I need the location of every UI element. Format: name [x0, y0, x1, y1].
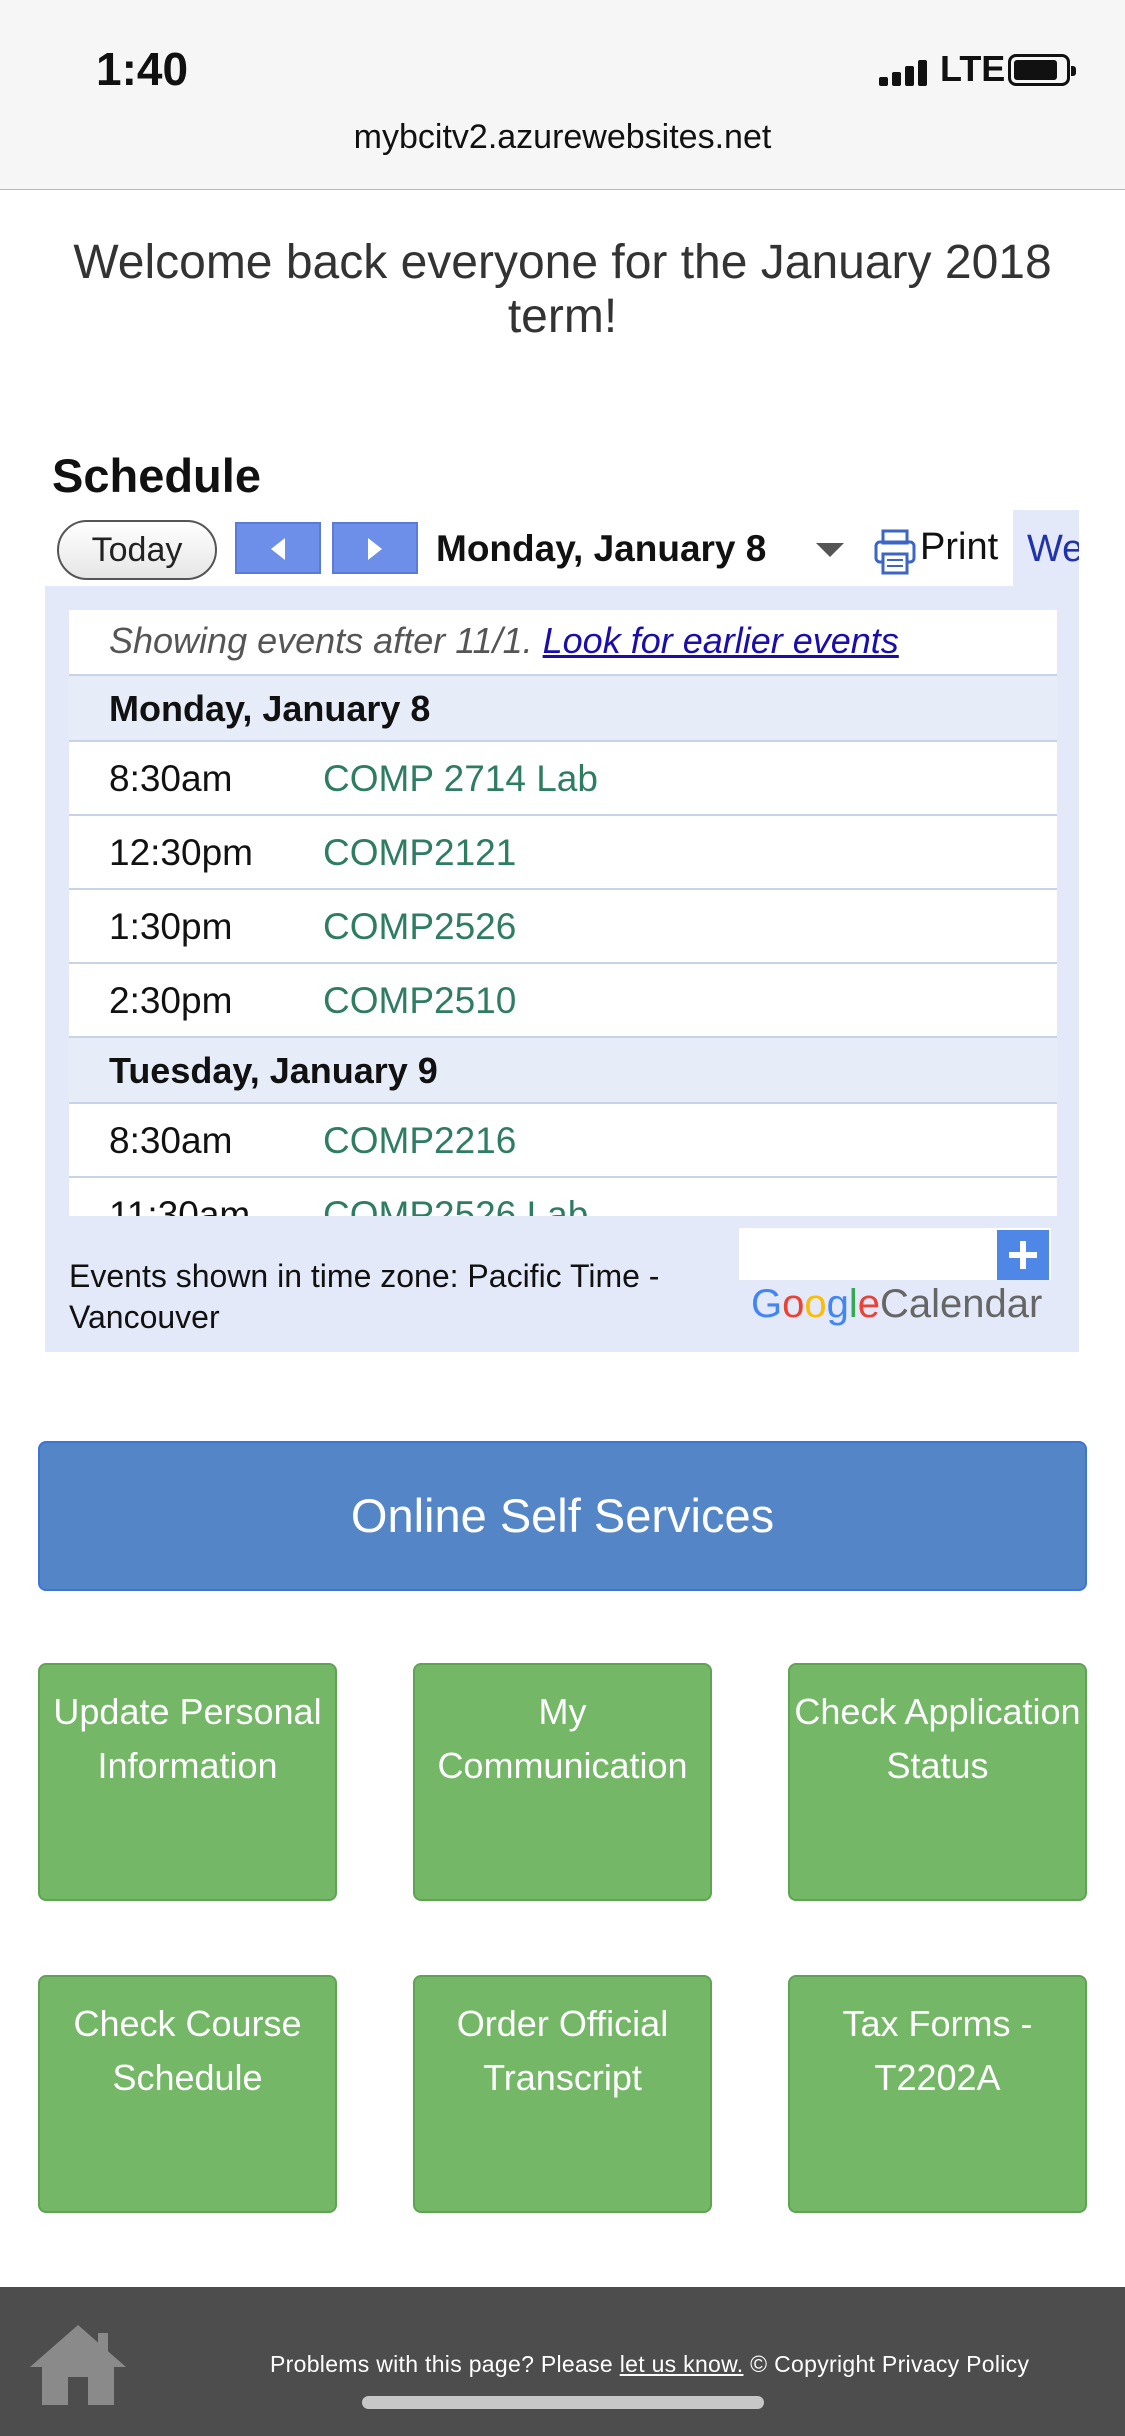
event-title[interactable]: COMP2526 Lab — [323, 1194, 588, 1216]
online-self-services-button[interactable]: Online Self Services — [38, 1441, 1087, 1591]
plus-icon[interactable] — [997, 1230, 1049, 1280]
calendar-wordmark: Calendar — [880, 1282, 1043, 1326]
home-indicator[interactable] — [362, 2396, 764, 2409]
event-time: 1:30pm — [109, 906, 233, 947]
battery-icon — [1008, 54, 1076, 86]
event-title[interactable]: COMP2121 — [323, 832, 516, 874]
notice-text: Showing events after 11/1. — [109, 620, 533, 661]
event-title[interactable]: COMP 2714 Lab — [323, 758, 598, 800]
home-icon[interactable] — [26, 2319, 130, 2409]
feedback-link[interactable]: let us know. — [620, 2351, 744, 2377]
day-header: Monday, January 8 — [69, 676, 1057, 742]
event-title[interactable]: COMP2216 — [323, 1120, 516, 1162]
announcement-message: Welcome back everyone for the January 20… — [73, 236, 1052, 344]
status-time: 1:40 — [96, 43, 189, 95]
agenda-list[interactable]: Showing events after 11/1. Look for earl… — [69, 610, 1057, 1216]
footer-text: Problems with this page? Please let us k… — [270, 2351, 1029, 2378]
google-wordmark: Google — [751, 1282, 881, 1326]
next-button[interactable] — [332, 522, 418, 574]
date-dropdown-icon[interactable] — [816, 543, 844, 557]
signal-icon — [879, 60, 927, 86]
tile-update-personal-information[interactable]: Update Personal Information — [38, 1663, 337, 1901]
tile-check-application-status[interactable]: Check Application Status — [788, 1663, 1087, 1901]
tab-week[interactable]: We — [1013, 510, 1079, 586]
network-label: LTE — [940, 48, 1006, 89]
google-calendar-logo[interactable]: GoogleCalendar — [751, 1282, 1042, 1327]
event-time: 11:30am — [109, 1194, 251, 1216]
url-bar[interactable]: mybcitv2.azurewebsites.net — [0, 118, 1125, 157]
today-button[interactable]: Today — [57, 520, 217, 580]
event-row[interactable]: 2:30pm COMP2510 — [69, 964, 1057, 1038]
event-time: 8:30am — [109, 758, 233, 799]
tile-check-course-schedule[interactable]: Check Course Schedule — [38, 1975, 337, 2213]
browser-chrome: 1:40 LTE mybcitv2.azurewebsites.net — [0, 0, 1125, 190]
day-header: Tuesday, January 9 — [69, 1038, 1057, 1104]
footer: Problems with this page? Please let us k… — [0, 2287, 1125, 2436]
event-row[interactable]: 8:30am COMP2216 — [69, 1104, 1057, 1178]
current-date-label[interactable]: Monday, January 8 — [436, 528, 766, 570]
tile-my-communication[interactable]: My Communication — [413, 1663, 712, 1901]
chevron-left-icon — [271, 538, 285, 560]
earlier-events-link[interactable]: Look for earlier events — [543, 620, 899, 661]
event-row[interactable]: 12:30pm COMP2121 — [69, 816, 1057, 890]
agenda-panel: Showing events after 11/1. Look for earl… — [45, 586, 1079, 1352]
footer-copyright[interactable]: © Copyright Privacy Policy — [750, 2351, 1029, 2377]
event-time: 2:30pm — [109, 980, 233, 1021]
event-time: 12:30pm — [109, 832, 253, 873]
chevron-right-icon — [368, 538, 382, 560]
events-notice: Showing events after 11/1. Look for earl… — [69, 610, 1057, 676]
footer-prefix: Problems with this page? Please — [270, 2351, 613, 2377]
previous-button[interactable] — [235, 522, 321, 574]
event-row[interactable]: 11:30am COMP2526 Lab — [69, 1178, 1057, 1216]
event-row[interactable]: 8:30am COMP 2714 Lab — [69, 742, 1057, 816]
event-title[interactable]: COMP2510 — [323, 980, 516, 1022]
timezone-note: Events shown in time zone: Pacific Time … — [69, 1258, 660, 1335]
event-time: 8:30am — [109, 1120, 233, 1161]
tile-tax-forms[interactable]: Tax Forms - T2202A — [788, 1975, 1087, 2213]
event-title[interactable]: COMP2526 — [323, 906, 516, 948]
tile-order-official-transcript[interactable]: Order Official Transcript — [413, 1975, 712, 2213]
event-row[interactable]: 1:30pm COMP2526 — [69, 890, 1057, 964]
schedule-title: Schedule — [52, 449, 261, 502]
print-link[interactable]: Print — [920, 526, 998, 569]
printer-icon[interactable] — [874, 528, 916, 576]
